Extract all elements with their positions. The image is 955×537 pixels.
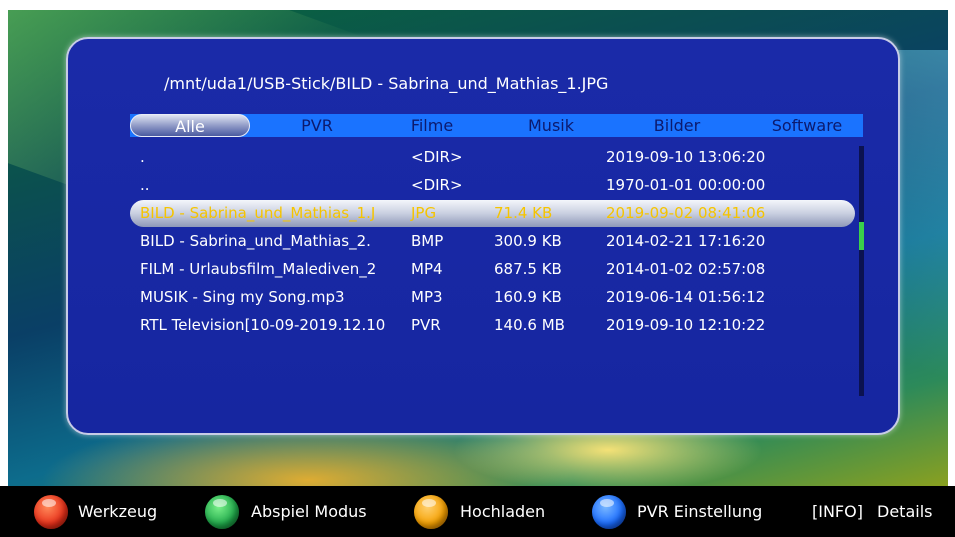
file-row[interactable]: .. <DIR> 1970-01-01 00:00:00 (130, 172, 855, 199)
tab-software[interactable]: Software (752, 114, 862, 137)
red-button-icon (34, 495, 68, 529)
info-key-label: [INFO] (812, 502, 863, 521)
file-date: 2019-06-14 01:56:12 (606, 288, 766, 306)
tab-alle[interactable]: Alle (130, 114, 250, 137)
file-row[interactable]: . <DIR> 2019-09-10 13:06:20 (130, 144, 855, 171)
button-hint-bar: Werkzeug Abspiel Modus Hochladen PVR Ein… (0, 486, 955, 537)
file-type: JPG (411, 204, 437, 222)
file-size: 300.9 KB (494, 232, 562, 250)
tab-musik[interactable]: Musik (500, 114, 602, 137)
blue-button-icon (592, 495, 626, 529)
file-row[interactable]: BILD - Sabrina_und_Mathias_2. BMP 300.9 … (130, 228, 855, 255)
file-type: <DIR> (411, 176, 463, 194)
file-size: 140.6 MB (494, 316, 565, 334)
category-tabs: Alle PVR Filme Musik Bilder Software (130, 114, 863, 137)
yellow-button-label[interactable]: Hochladen (460, 498, 545, 526)
file-name: RTL Television[10-09-2019.12.10 (140, 316, 386, 334)
blue-button-label[interactable]: PVR Einstellung (637, 498, 762, 526)
file-size: 160.9 KB (494, 288, 562, 306)
file-size: 687.5 KB (494, 260, 562, 278)
file-date: 2014-02-21 17:16:20 (606, 232, 766, 250)
info-button-label[interactable]: Details (877, 498, 932, 526)
file-row[interactable]: MUSIK - Sing my Song.mp3 MP3 160.9 KB 20… (130, 284, 855, 311)
green-button-icon (205, 495, 239, 529)
tab-filme[interactable]: Filme (384, 114, 480, 137)
file-type: BMP (411, 232, 444, 250)
file-date: 2019-09-10 13:06:20 (606, 148, 766, 166)
file-date: 2014-01-02 02:57:08 (606, 260, 766, 278)
file-name: FILM - Urlaubsfilm_Malediven_2 (140, 260, 377, 278)
file-name: .. (140, 176, 150, 194)
screen: /mnt/uda1/USB-Stick/BILD - Sabrina_und_M… (0, 0, 955, 537)
tab-bilder[interactable]: Bilder (620, 114, 734, 137)
file-name: BILD - Sabrina_und_Mathias_2. (140, 232, 371, 250)
current-path: /mnt/uda1/USB-Stick/BILD - Sabrina_und_M… (164, 74, 609, 93)
file-type: PVR (411, 316, 441, 334)
file-name: BILD - Sabrina_und_Mathias_1.J (140, 204, 376, 222)
file-date: 2019-09-02 08:41:06 (606, 204, 766, 222)
file-row[interactable]: FILM - Urlaubsfilm_Malediven_2 MP4 687.5… (130, 256, 855, 283)
file-row[interactable]: RTL Television[10-09-2019.12.10 PVR 140.… (130, 312, 855, 339)
file-type: <DIR> (411, 148, 463, 166)
yellow-button-icon (414, 495, 448, 529)
file-date: 2019-09-10 12:10:22 (606, 316, 766, 334)
file-name: . (140, 148, 145, 166)
file-size: 71.4 KB (494, 204, 553, 222)
file-date: 1970-01-01 00:00:00 (606, 176, 766, 194)
red-button-label[interactable]: Werkzeug (78, 498, 157, 526)
tab-pvr[interactable]: PVR (258, 114, 376, 137)
file-type: MP4 (411, 260, 443, 278)
file-type: MP3 (411, 288, 443, 306)
green-button-label[interactable]: Abspiel Modus (251, 498, 367, 526)
scrollbar-thumb[interactable] (859, 222, 864, 250)
file-row-selected[interactable]: BILD - Sabrina_und_Mathias_1.J JPG 71.4 … (130, 200, 855, 227)
scrollbar-track[interactable] (859, 146, 864, 396)
file-name: MUSIK - Sing my Song.mp3 (140, 288, 345, 306)
